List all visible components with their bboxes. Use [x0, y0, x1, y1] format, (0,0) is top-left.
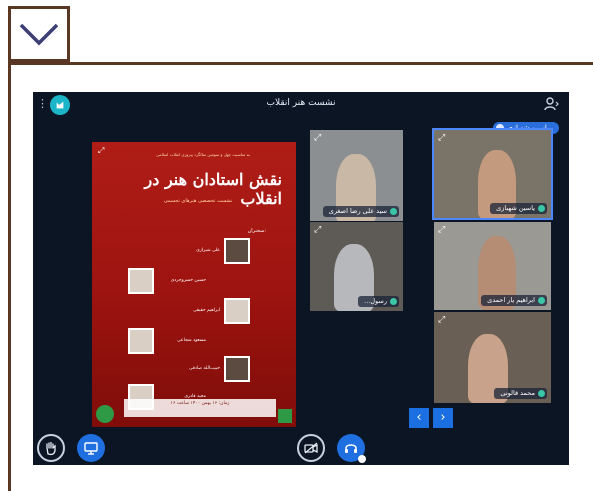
participant-name-tag: محمد قالونی: [494, 388, 547, 399]
mic-icon: [538, 297, 545, 304]
camera-button[interactable]: [297, 434, 325, 462]
expand-icon[interactable]: ⤢: [438, 315, 445, 325]
participant-name-tag: ابراهیم یار احمدی: [481, 295, 547, 306]
collapse-toggle-button[interactable]: [8, 6, 70, 62]
expand-icon[interactable]: ⤢: [438, 225, 445, 235]
poster-speaker: حبیب‌الله صادقی: [172, 356, 250, 382]
logo-badge: [278, 409, 292, 423]
session-title: نشست هنر انقلاب: [266, 98, 336, 108]
user-icon[interactable]: [543, 96, 559, 112]
poster-speaker-name: حسین خسروجردی: [170, 278, 206, 283]
speaker-photo: [224, 298, 250, 324]
participant-video[interactable]: ⤢ ...رسول: [310, 222, 403, 311]
logo-badge: [96, 405, 114, 423]
speaker-photo: [128, 268, 154, 294]
raise-hand-button[interactable]: [37, 434, 65, 462]
expand-icon[interactable]: ⤢: [98, 146, 104, 156]
speaker-photo: [128, 328, 154, 354]
poster-header: به مناسبت چهل و سومین سالگرد پیروزی انقل…: [156, 152, 250, 157]
mic-icon: [390, 298, 397, 305]
poster-speaker: مسعود شجاعی: [128, 328, 206, 354]
poster-section-label: سخنران:: [247, 228, 266, 234]
participant-video[interactable]: ⤢ محمد قالونی: [434, 312, 551, 403]
speaker-photo: [224, 356, 250, 382]
poster-speaker-name: مسعود شجاعی: [177, 338, 206, 343]
chevron-down-icon: [19, 23, 59, 46]
participant-video[interactable]: ⤢ سید علی رضا اصغری: [310, 130, 403, 221]
poster-speaker: علی شیرازی: [172, 238, 250, 264]
previous-page-button[interactable]: ‹: [409, 408, 429, 428]
speaker-photo: [224, 238, 250, 264]
headphones-icon: [345, 444, 357, 453]
participant-name-tag: سید علی رضا اصغری: [322, 206, 399, 217]
screen-share-button[interactable]: [77, 434, 105, 462]
mic-icon: [538, 390, 545, 397]
poster-speaker-name: حبیب‌الله صادقی: [189, 366, 220, 371]
video-camera-icon: [304, 442, 318, 454]
expand-icon[interactable]: ⤢: [314, 225, 321, 235]
hand-icon: [46, 441, 56, 456]
participant-video[interactable]: ⤢ ابراهیم یار احمدی: [434, 222, 551, 310]
poster-speaker-name: ابراهیم حقیقی: [193, 308, 220, 313]
expand-icon[interactable]: ⤢: [314, 133, 321, 143]
next-page-button[interactable]: ›: [433, 408, 453, 428]
page-root: ⋮ نشست هنر انقلاب یاسین شهبازی ⤢ به مناس…: [0, 0, 593, 491]
monitor-icon: [84, 442, 98, 455]
meeting-screen: ⋮ نشست هنر انقلاب یاسین شهبازی ⤢ به مناس…: [33, 92, 569, 465]
participant-video[interactable]: ⤢ یاسین شهبازی: [432, 128, 553, 220]
participant-name-tag: یاسین شهبازی: [490, 203, 547, 214]
mic-icon: [538, 205, 545, 212]
meeting-topbar: ⋮ نشست هنر انقلاب: [33, 92, 569, 116]
poster-speaker: ابراهیم حقیقی: [172, 298, 250, 324]
poster-footer: زمان: ۱۶ بهمن ۱۴۰۰ ساعت ۱۶: [124, 399, 276, 417]
poster-subtitle: نشست تخصصی هنرهای تجسمی: [163, 198, 233, 204]
poster-speaker-name: علی شیرازی: [196, 248, 220, 253]
audio-status-dot: [358, 455, 366, 463]
mic-icon: [390, 208, 397, 215]
expand-icon[interactable]: ⤢: [438, 133, 445, 143]
poster-speaker: حسین خسروجردی: [128, 268, 206, 294]
shared-poster: ⤢ به مناسبت چهل و سومین سالگرد پیروزی ان…: [92, 142, 296, 427]
participant-name-tag: ...رسول: [358, 296, 399, 307]
